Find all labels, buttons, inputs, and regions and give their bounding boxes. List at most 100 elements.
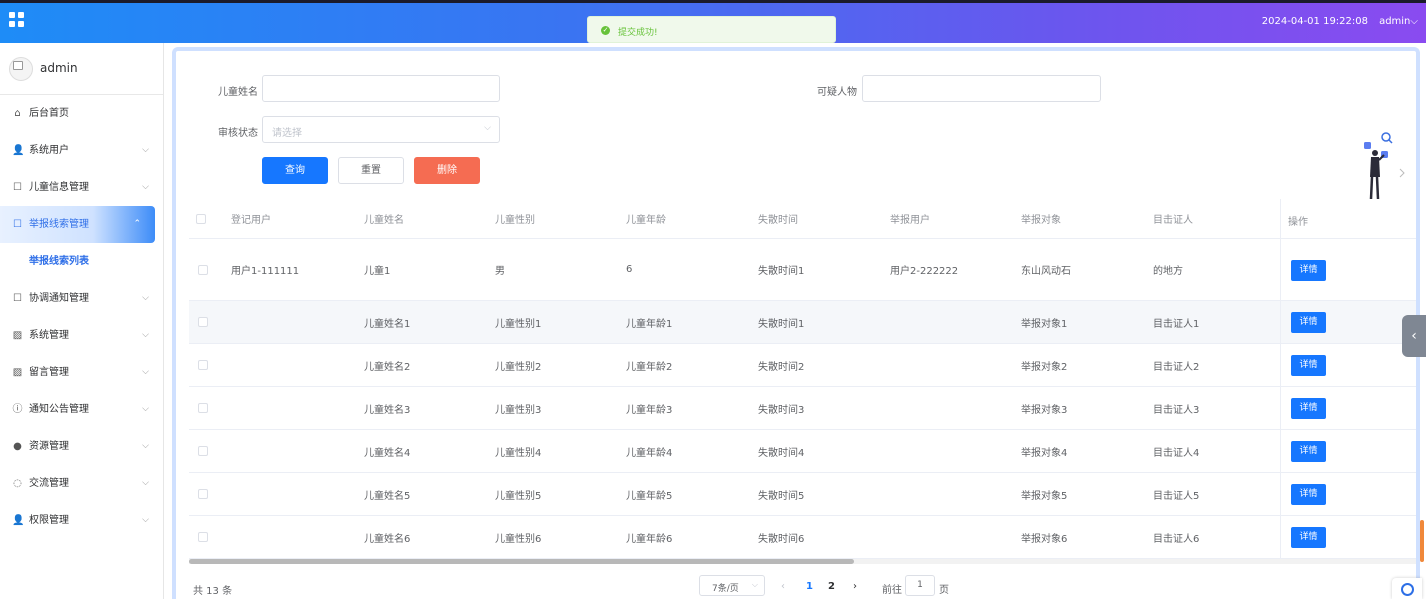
assistant-icon[interactable] [1392,578,1422,599]
pagination-total: 共 13 条 [193,586,233,597]
table-row[interactable]: 儿童姓名3 儿童性别3 儿童年龄3 失散时间3 举报对象3 目击证人3 详情 [189,387,1416,430]
chevron-icon: ⌵ [142,182,149,192]
column-header[interactable]: 目击证人 [1153,199,1193,238]
table-row[interactable]: 儿童姓名6 儿童性别6 儿童年龄6 失散时间6 举报对象6 目击证人6 详情 [189,516,1416,559]
row-checkbox[interactable] [198,360,208,370]
table-cell: 儿童性别2 [495,361,542,373]
column-header[interactable]: 登记用户 [231,199,271,238]
sidebar-item-10[interactable]: 👤 权限管理 ⌵ [0,502,163,539]
sidebar-item-2[interactable]: ☐ 儿童信息管理 ⌵ [0,169,163,206]
column-header[interactable]: 儿童年龄 [626,199,666,238]
table-row[interactable]: 儿童姓名2 儿童性别2 儿童年龄2 失散时间2 举报对象2 目击证人2 详情 [189,344,1416,387]
column-header[interactable]: 举报用户 [890,199,930,238]
row-checkbox[interactable] [198,446,208,456]
user-icon: 👤 [12,145,25,156]
row-checkbox[interactable] [198,489,208,499]
child-name-input[interactable] [262,75,500,102]
table-cell: 失散时间1 [758,266,805,277]
next-page-button[interactable]: › [853,581,857,592]
success-toast: ✓ 提交成功! [587,16,836,43]
row-checkbox[interactable] [198,264,208,275]
table-row[interactable]: 儿童姓名5 儿童性别5 儿童年龄5 失散时间5 举报对象5 目击证人5 详情 [189,473,1416,516]
sidebar-item-7[interactable]: ⓘ 通知公告管理 ⌵ [0,391,163,428]
chevron-icon: ⌃ [133,219,141,229]
sidebar-item-5[interactable]: ▨ 系统管理 ⌵ [0,317,163,354]
chevron-icon: ⌵ [142,367,149,377]
table-cell: 目击证人5 [1153,490,1200,502]
detail-button[interactable]: 详情 [1291,484,1326,505]
suspect-input[interactable] [862,75,1101,102]
audit-status-select[interactable]: 请选择 ⌵ [262,116,500,143]
edit-icon: ☐ [13,293,22,304]
sidebar-item-label: 留言管理 [29,367,69,378]
column-header[interactable]: 儿童性别 [495,199,535,238]
vertical-scrollbar-thumb[interactable] [1420,520,1424,562]
header-datetime: 2024-04-01 19:22:08 [1261,16,1368,27]
sidebar-item-label: 后台首页 [29,108,69,119]
detail-button[interactable]: 详情 [1291,527,1326,548]
sidebar-item-6[interactable]: ▨ 留言管理 ⌵ [0,354,163,391]
query-button[interactable]: 查询 [262,157,328,184]
sidebar-item-9[interactable]: ◌ 交流管理 ⌵ [0,465,163,502]
sidebar-item-8[interactable]: ● 资源管理 ⌵ [0,428,163,465]
prev-page-button[interactable]: ‹ [781,581,785,592]
sidebar-item-label: 儿童信息管理 [29,182,89,193]
sidebar-item-label: 系统用户 [29,145,69,156]
user-menu-label: admin [1379,16,1411,27]
table-row[interactable]: 儿童姓名4 儿童性别4 儿童年龄4 失散时间4 举报对象4 目击证人4 详情 [189,430,1416,473]
column-header[interactable]: 儿童姓名 [364,199,404,238]
chevron-left-icon[interactable]: ‹ [1402,315,1426,357]
reset-button[interactable]: 重置 [338,157,404,184]
info-icon: ⓘ [12,404,23,415]
row-select-cell [198,430,208,472]
chevron-down-icon: ⌵ [484,123,491,133]
row-checkbox[interactable] [198,403,208,413]
row-select-cell [198,239,208,300]
table-cell: 儿童姓名5 [364,490,411,502]
column-header[interactable]: 失散时间 [758,199,798,238]
edit-icon: ☐ [13,182,22,193]
table-cell: 目击证人6 [1153,533,1200,545]
table-cell: 举报对象5 [1021,490,1068,502]
detail-button[interactable]: 详情 [1291,398,1326,419]
image-icon: ▨ [12,330,23,341]
detail-button[interactable]: 详情 [1291,441,1326,462]
table-cell: 儿童姓名2 [364,361,411,373]
clue-table: 登记用户 儿童姓名 儿童性别 儿童年龄 失散时间 举报用户 举报对象 目击证人 操作 用户1-11… [189,199,1416,559]
user-menu[interactable]: admin⌵ [1379,16,1418,27]
sidebar-item-4[interactable]: ☐ 协调通知管理 ⌵ [0,280,163,317]
table-cell: 儿童年龄3 [626,404,673,416]
image-icon: ▨ [12,367,23,378]
page-1-button[interactable]: 1 [806,581,813,592]
detail-button[interactable]: 详情 [1291,312,1326,333]
table-row[interactable]: 儿童姓名1 儿童性别1 儿童年龄1 失散时间1 举报对象1 目击证人1 详情 [189,301,1416,344]
row-checkbox[interactable] [198,317,208,327]
sidebar-item-0[interactable]: ⌂ 后台首页 [0,95,163,132]
table-row[interactable]: 用户1-111111 儿童1 男 6 失散时间1 用户2-222222 东山风动石 的地方 详情 [189,239,1416,301]
table-cell: 目击证人3 [1153,404,1200,416]
actions-cell: 详情 [1280,473,1416,515]
page-size-select[interactable]: 7条/页 ⌵ [699,575,765,596]
apps-grid-icon[interactable] [9,12,24,27]
table-cell: 儿童年龄2 [626,361,673,373]
page-2-button[interactable]: 2 [828,581,835,592]
table-horizontal-scrollbar[interactable] [189,559,1416,564]
table-cell: 儿童年龄5 [626,490,673,502]
detail-button[interactable]: 详情 [1291,260,1326,281]
column-header[interactable]: 举报对象 [1021,199,1061,238]
actions-cell: 详情 [1280,430,1416,472]
delete-button[interactable]: 删除 [414,157,480,184]
row-select-cell [198,344,208,386]
row-checkbox[interactable] [198,532,208,542]
goto-page-input[interactable]: 1 [905,575,935,596]
chevron-down-icon: ⌵ [751,580,758,589]
sidebar-item-3[interactable]: ☐ 举报线索管理 ⌃ [0,206,155,243]
detail-button[interactable]: 详情 [1291,355,1326,376]
sidebar-item-1[interactable]: 👤 系统用户 ⌵ [0,132,163,169]
chevron-icon: ⌵ [142,145,149,155]
select-all-checkbox[interactable] [196,213,206,224]
table-cell: 儿童姓名3 [364,404,411,416]
scrollbar-thumb[interactable] [189,559,854,564]
submenu-item-clue-list[interactable]: 举报线索列表 [0,243,163,280]
table-cell: 目击证人4 [1153,447,1200,459]
